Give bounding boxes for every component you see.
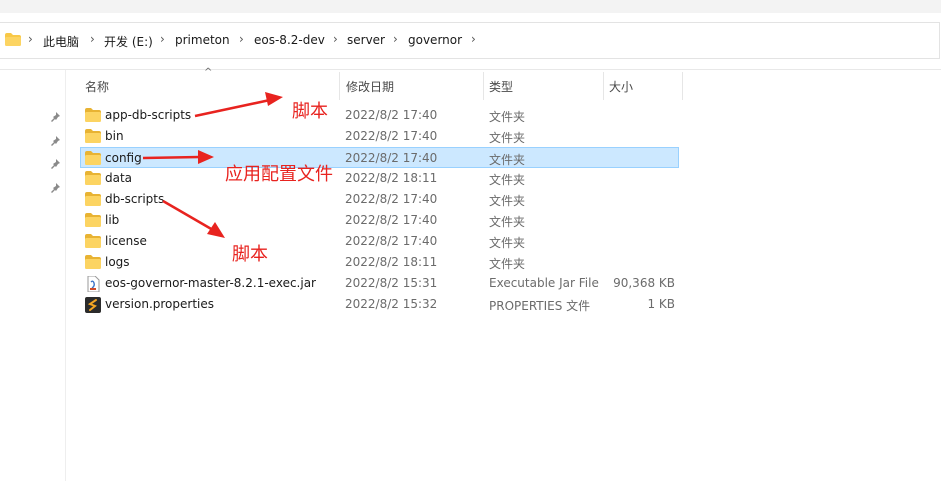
annotation-arrow-config bbox=[142, 150, 214, 164]
annotation-arrow-script2 bbox=[162, 199, 225, 238]
annotation-label-config: 应用配置文件 bbox=[225, 164, 333, 185]
annotation-label-script: 脚本 bbox=[292, 101, 328, 122]
annotation-arrows bbox=[142, 92, 283, 238]
annotation-arrow-script1 bbox=[194, 92, 283, 118]
annotation-label-script: 脚本 bbox=[232, 244, 268, 265]
